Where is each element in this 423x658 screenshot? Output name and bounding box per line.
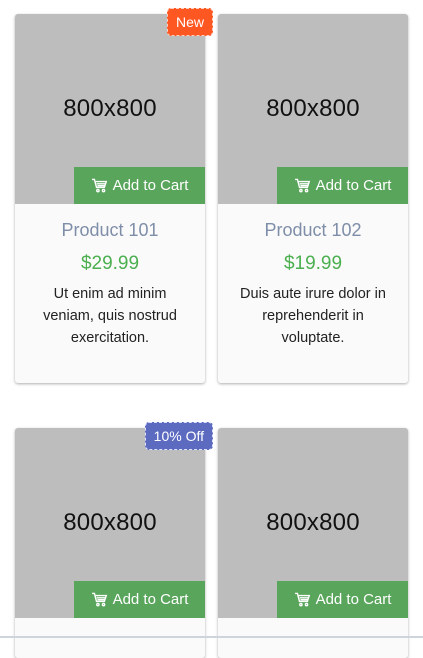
add-to-cart-label: Add to Cart <box>112 177 189 194</box>
add-to-cart-button[interactable]: Add to Cart <box>74 581 205 618</box>
product-description: Ut enim ad minim veniam, quis nostrud ex… <box>43 286 177 346</box>
discount-badge: 10% Off <box>144 422 213 450</box>
image-placeholder-text: 800x800 <box>63 95 157 122</box>
image-placeholder-text: 800x800 <box>63 509 157 536</box>
product-image[interactable]: 800x800 Add to Cart <box>15 428 205 618</box>
shopping-cart-icon <box>294 178 311 193</box>
product-card[interactable]: 800x800 Add to Cart <box>15 428 205 658</box>
add-to-cart-label: Add to Cart <box>112 591 189 608</box>
product-card[interactable]: 800x800 Add to Cart <box>218 428 408 658</box>
add-to-cart-label: Add to Cart <box>315 591 392 608</box>
product-image[interactable]: 800x800 Add to Cart <box>15 14 205 204</box>
shopping-cart-icon <box>294 592 311 607</box>
add-to-cart-button[interactable]: Add to Cart <box>277 167 408 204</box>
product-description: Duis aute irure dolor in reprehenderit i… <box>240 286 386 346</box>
product-title[interactable]: Product 101 <box>27 220 193 241</box>
product-image[interactable]: 800x800 Add to Cart <box>218 14 408 204</box>
product-title[interactable]: Product 102 <box>230 220 396 241</box>
new-badge: New <box>166 8 213 36</box>
product-card[interactable]: 800x800 Add to Cart Product 101 $29.99 U… <box>15 14 205 383</box>
shopping-cart-icon <box>91 592 108 607</box>
product-image[interactable]: 800x800 Add to Cart <box>218 428 408 618</box>
add-to-cart-label: Add to Cart <box>315 177 392 194</box>
image-placeholder-text: 800x800 <box>266 509 360 536</box>
shopping-cart-icon <box>91 178 108 193</box>
product-price: $19.99 <box>283 253 343 274</box>
product-card[interactable]: 800x800 Add to Cart Product 102 $19.99 D… <box>218 14 408 383</box>
add-to-cart-button[interactable]: Add to Cart <box>277 581 408 618</box>
product-price: $29.99 <box>80 253 140 274</box>
image-placeholder-text: 800x800 <box>266 95 360 122</box>
add-to-cart-button[interactable]: Add to Cart <box>74 167 205 204</box>
